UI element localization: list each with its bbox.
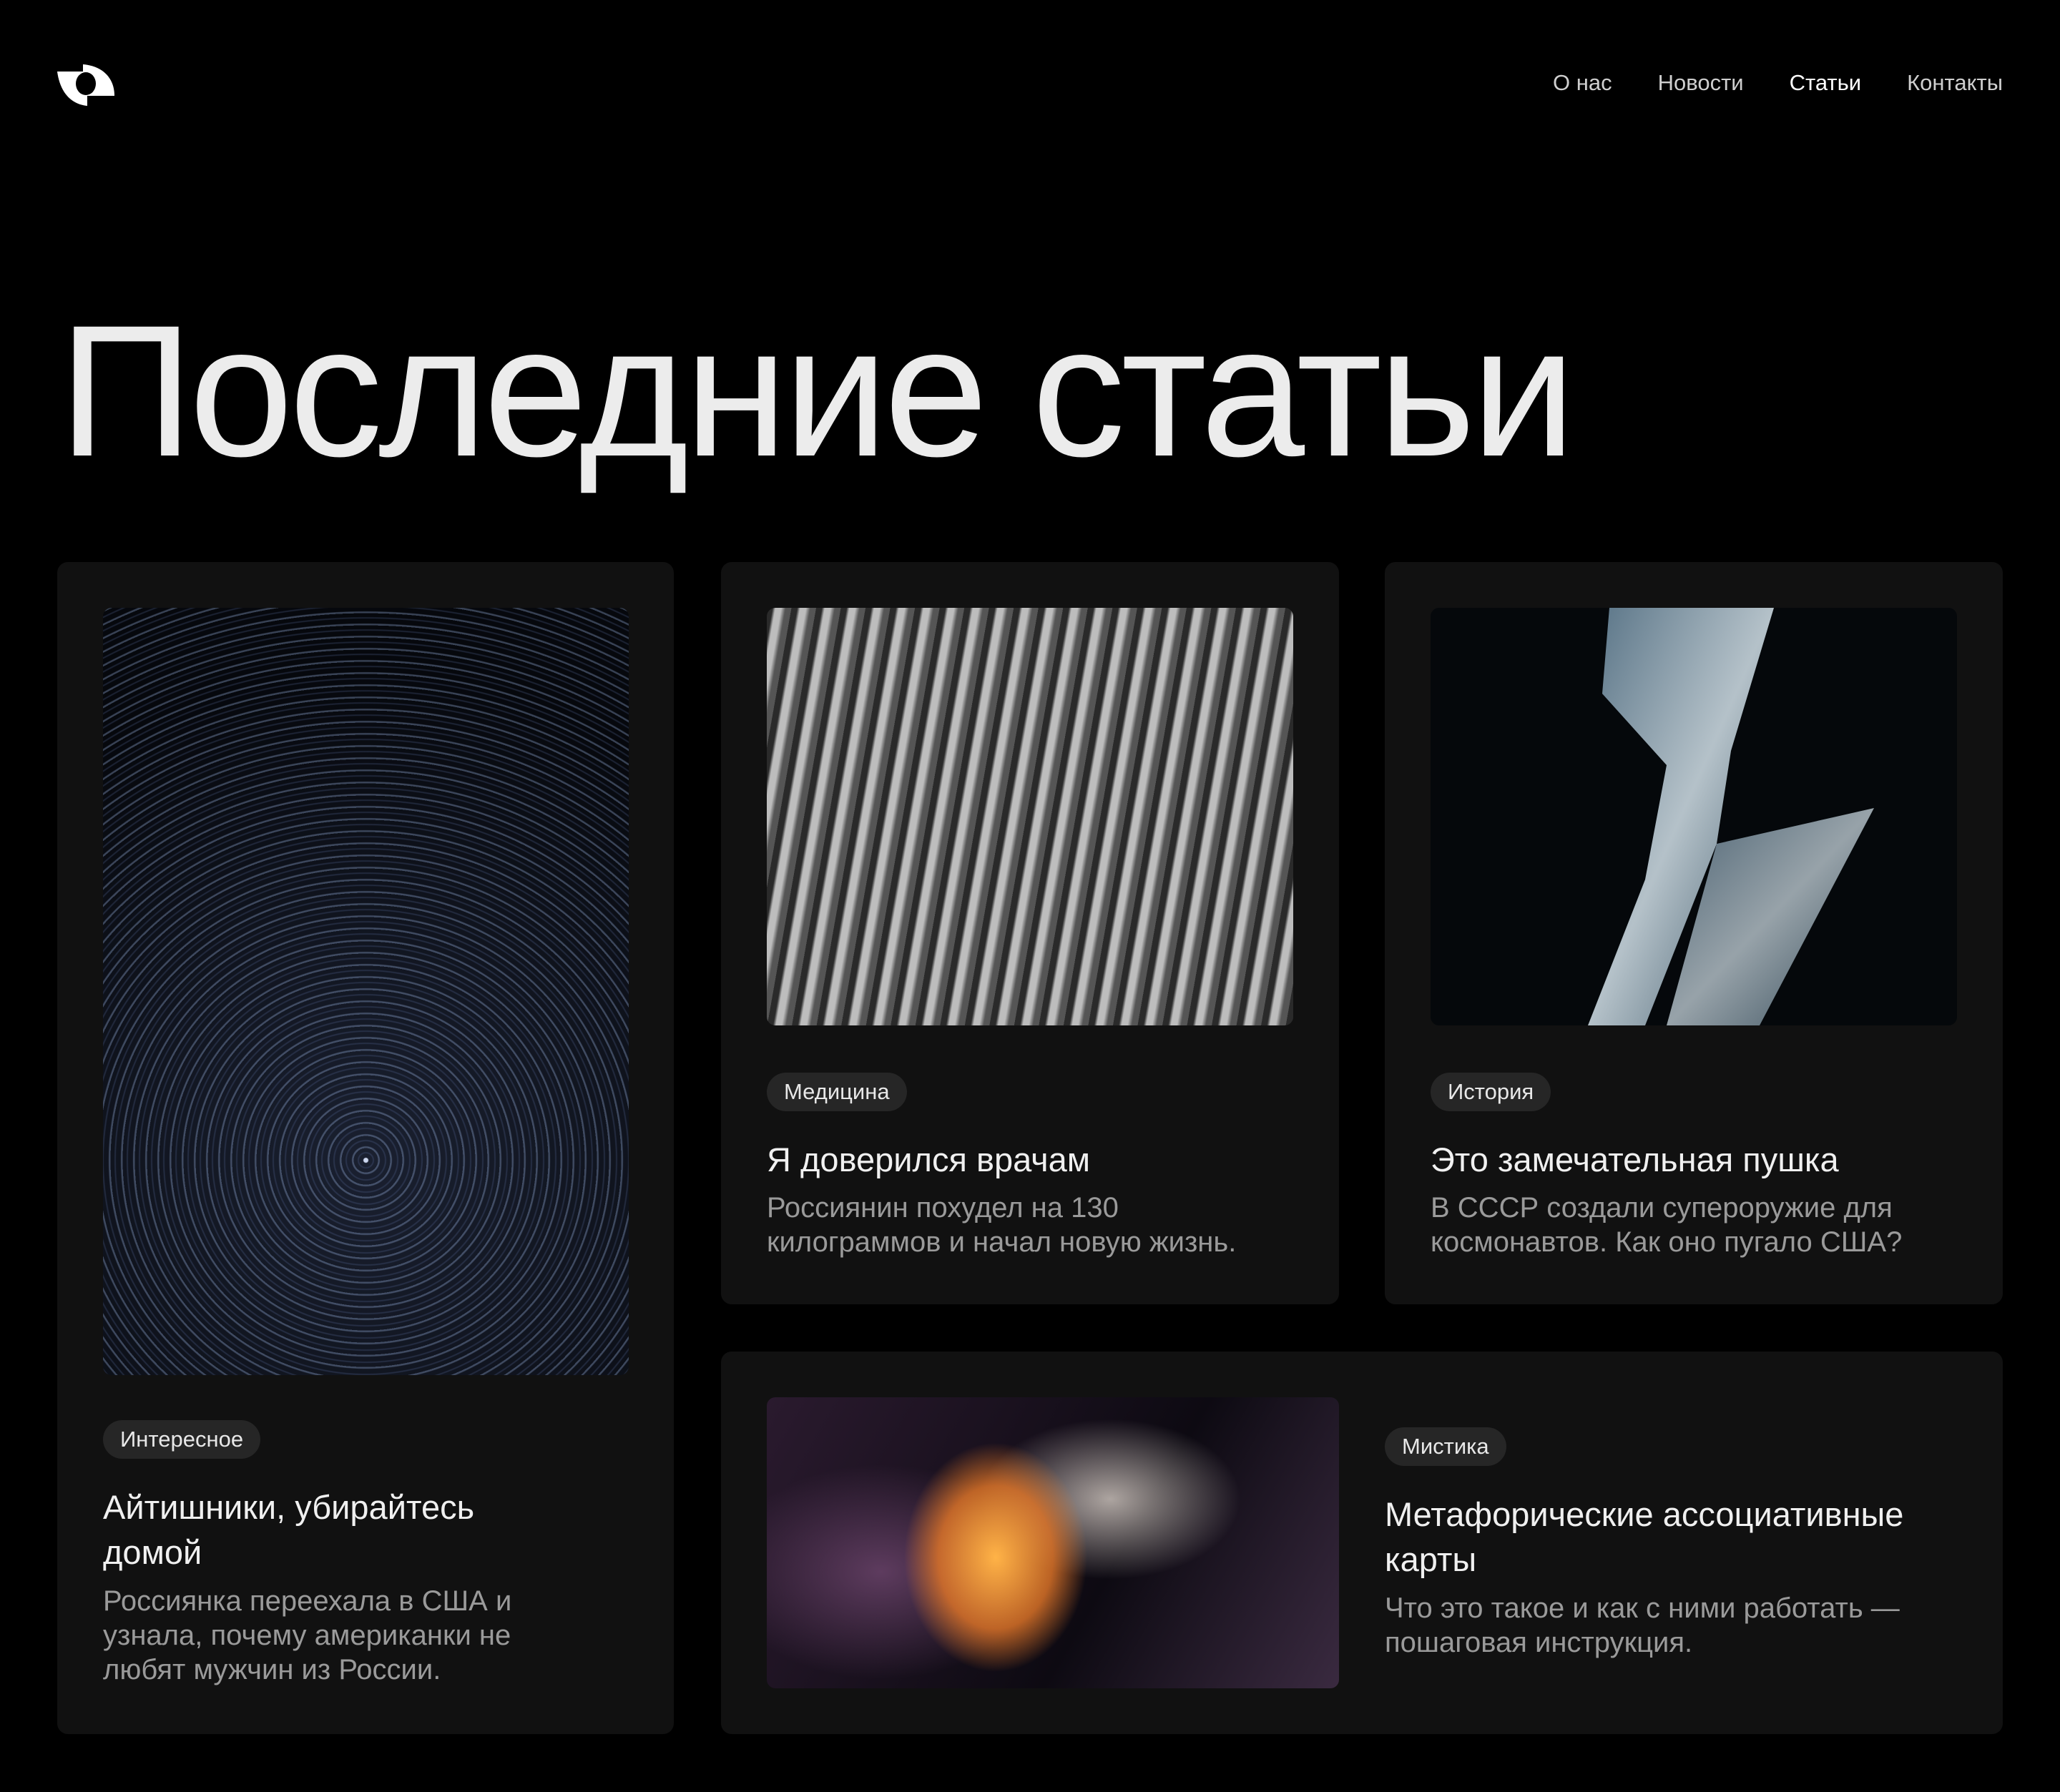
wavy-texture-image — [767, 608, 1293, 1025]
nav-news[interactable]: Новости — [1658, 70, 1744, 96]
nav-contacts[interactable]: Контакты — [1907, 70, 2003, 96]
page-title: Последние статьи — [59, 286, 1576, 496]
category-tag[interactable]: Медицина — [767, 1073, 907, 1111]
article-title[interactable]: Метафорические ассоциативные карты — [1385, 1492, 1971, 1582]
category-tag[interactable]: Мистика — [1385, 1427, 1506, 1466]
article-card[interactable]: История Это замечательная пушка В СССР с… — [1385, 562, 2003, 1304]
article-description: В СССР создали супероружие для космонавт… — [1431, 1192, 1903, 1259]
nav-about[interactable]: О нас — [1553, 70, 1612, 96]
main-nav: О нас Новости Статьи Контакты — [1553, 70, 2003, 96]
eye-logo-icon — [57, 64, 114, 106]
nav-articles[interactable]: Статьи — [1790, 70, 1861, 96]
article-description: Что это такое и как с ними работать — по… — [1385, 1592, 1900, 1658]
article-description: Россиянка переехала в США и узнала, поче… — [103, 1585, 512, 1685]
article-card[interactable]: Мистика Метафорические ассоциативные кар… — [721, 1352, 2003, 1734]
article-card[interactable]: Медицина Я доверился врачам Россиянин по… — [721, 562, 1339, 1304]
star-trails-image — [103, 608, 629, 1375]
ink-swirl-image — [767, 1397, 1339, 1688]
category-tag[interactable]: История — [1431, 1073, 1551, 1111]
ice-fragment-image — [1431, 608, 1957, 1025]
article-title[interactable]: Айтишники, убирайтесь домой — [103, 1485, 561, 1575]
article-description: Россиянин похудел на 130 килограммов и н… — [767, 1192, 1237, 1259]
category-tag[interactable]: Интересное — [103, 1420, 261, 1459]
article-card[interactable]: Интересное Айтишники, убирайтесь домой Р… — [57, 562, 674, 1734]
logo[interactable] — [57, 64, 117, 107]
article-title[interactable]: Это замечательная пушка — [1431, 1137, 1960, 1182]
article-title[interactable]: Я доверился врачам — [767, 1137, 1296, 1182]
